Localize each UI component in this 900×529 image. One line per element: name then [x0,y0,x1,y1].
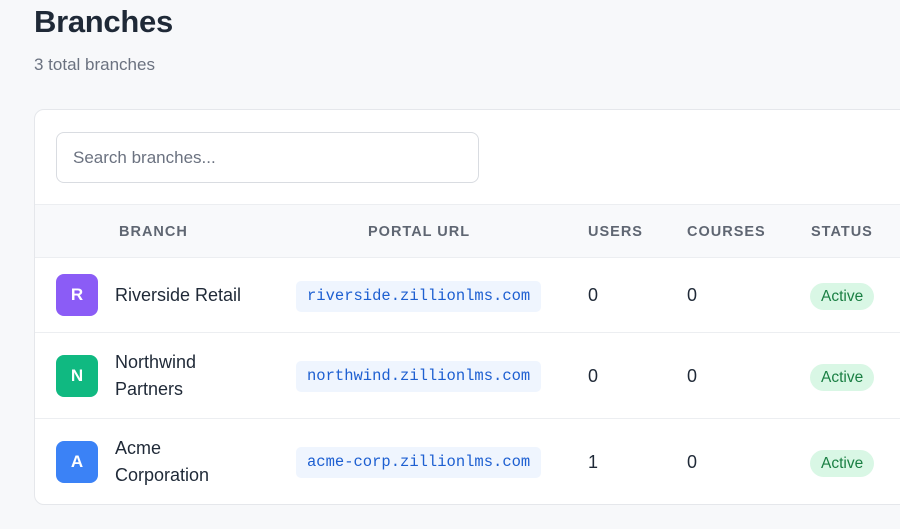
courses-count: 0 [687,285,698,305]
users-count: 0 [588,366,599,386]
courses-count: 0 [687,366,698,386]
branches-card: BRANCH PORTAL URL USERS COURSES STATUS R… [34,109,900,505]
table-header: BRANCH PORTAL URL USERS COURSES STATUS [35,204,900,258]
table-row[interactable]: N Northwind Partners northwind.zillionlm… [35,333,900,419]
portal-url-link[interactable]: riverside.zillionlms.com [296,281,542,312]
column-header-courses[interactable]: COURSES [687,205,766,259]
branch-name[interactable]: Northwind Partners [115,349,225,403]
status-badge: Active [810,283,875,310]
avatar: R [56,274,98,316]
users-count: 0 [588,285,599,305]
branch-count: 3 total branches [34,55,155,74]
column-header-branch[interactable]: BRANCH [119,205,188,259]
column-header-users[interactable]: USERS [588,205,643,259]
status-badge: Active [810,450,875,477]
column-header-portal-url[interactable]: PORTAL URL [368,205,470,259]
page-title: Branches [34,4,173,39]
status-badge: Active [810,364,875,391]
branch-name[interactable]: Riverside Retail [115,282,241,309]
column-header-status[interactable]: STATUS [811,205,873,259]
branch-name[interactable]: Acme Corporation [115,435,225,489]
search-input[interactable] [56,132,479,183]
table-row[interactable]: A Acme Corporation acme-corp.zillionlms.… [35,419,900,504]
portal-url-link[interactable]: northwind.zillionlms.com [296,361,542,392]
avatar: N [56,355,98,397]
avatar: A [56,441,98,483]
users-count: 1 [588,452,599,472]
table-row[interactable]: R Riverside Retail riverside.zillionlms.… [35,258,900,333]
courses-count: 0 [687,452,698,472]
portal-url-link[interactable]: acme-corp.zillionlms.com [296,447,542,478]
